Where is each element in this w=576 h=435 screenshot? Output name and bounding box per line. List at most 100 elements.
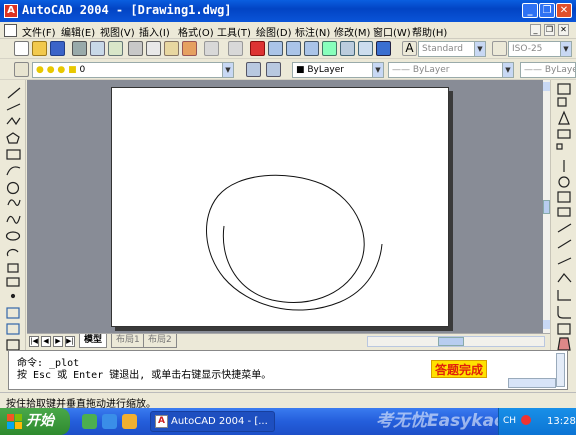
copy-object-icon[interactable] [557, 97, 567, 107]
close-button[interactable]: ✕ [556, 3, 572, 18]
make-layer-current-icon[interactable] [246, 62, 261, 77]
arc-icon[interactable] [6, 166, 21, 176]
drawing-area[interactable] [27, 80, 543, 333]
tab-model[interactable]: 模型 [79, 334, 108, 348]
first-tab-button[interactable]: |◀ [29, 336, 39, 347]
polygon-icon[interactable] [6, 132, 20, 144]
menu-view[interactable]: 视图(V) [100, 24, 135, 39]
match-properties-icon[interactable] [182, 41, 197, 56]
menu-modify[interactable]: 修改(M) [334, 24, 370, 39]
rectangle-icon[interactable] [6, 149, 21, 160]
save-icon[interactable] [50, 41, 65, 56]
extend-icon[interactable] [557, 239, 572, 249]
explode-icon[interactable] [557, 323, 571, 335]
spline-icon[interactable] [6, 215, 21, 224]
linetype-select[interactable]: —— ByLayer ▼ [388, 62, 514, 78]
erase-icon[interactable] [557, 83, 571, 95]
array-icon[interactable] [556, 143, 563, 150]
dim-style-icon[interactable] [492, 41, 507, 56]
menu-format[interactable]: 格式(O) [178, 24, 214, 39]
insert-block-icon[interactable] [7, 263, 19, 273]
drawing-vertical-scrollbar[interactable] [543, 80, 550, 333]
command-scrollbar[interactable] [556, 353, 565, 387]
region-icon[interactable] [6, 323, 20, 335]
fillet-icon[interactable] [557, 306, 571, 319]
join-icon[interactable] [557, 273, 572, 283]
print-preview-icon[interactable] [90, 41, 105, 56]
polyline-icon[interactable] [6, 116, 21, 126]
zoom-previous-icon[interactable] [304, 41, 319, 56]
multiline-text-icon[interactable] [6, 339, 20, 351]
quicklaunch-media-icon[interactable] [122, 414, 137, 429]
menu-window[interactable]: 窗口(W) [373, 24, 411, 39]
line-tool-icon[interactable] [7, 87, 21, 99]
doc-close-button[interactable]: ✕ [558, 24, 569, 36]
h-scroll-thumb[interactable] [438, 337, 464, 346]
print-icon[interactable] [72, 41, 87, 56]
last-tab-button[interactable]: ▶| [65, 336, 75, 347]
menu-draw[interactable]: 绘图(D) [256, 24, 292, 39]
menu-insert[interactable]: 插入(I) [139, 24, 170, 39]
scroll-up-arrow[interactable] [543, 82, 550, 91]
mirror-icon[interactable] [558, 110, 570, 125]
menu-dimension[interactable]: 标注(N) [295, 24, 330, 39]
menu-file[interactable]: 文件(F) [22, 24, 56, 39]
redo-icon[interactable] [228, 41, 243, 56]
tool-palettes-icon[interactable] [358, 41, 373, 56]
menu-edit[interactable]: 编辑(E) [61, 24, 95, 39]
scroll-thumb[interactable] [543, 200, 550, 214]
layer-previous-icon[interactable] [266, 62, 281, 77]
offset-icon[interactable] [557, 129, 571, 139]
text-style-icon[interactable]: A [402, 41, 417, 56]
dim-style-select[interactable]: ISO-25 ▼ [508, 41, 572, 57]
tab-layout2[interactable]: 布局2 [143, 334, 177, 348]
scroll-down-arrow[interactable] [543, 320, 550, 329]
color-select[interactable]: ■ ByLayer ▼ [292, 62, 384, 78]
construction-line-icon[interactable] [6, 103, 21, 111]
taskbar-autocad-button[interactable]: A AutoCAD 2004 - [... [150, 411, 275, 432]
drawing-horizontal-scrollbar[interactable] [367, 336, 545, 347]
properties-icon[interactable] [322, 41, 337, 56]
pan-icon[interactable] [250, 41, 265, 56]
cut-icon[interactable] [128, 41, 143, 56]
new-file-icon[interactable] [14, 41, 29, 56]
publish-icon[interactable] [108, 41, 123, 56]
tab-layout1[interactable]: 布局1 [111, 334, 145, 348]
zoom-window-icon[interactable] [286, 41, 301, 56]
tray-app-icon[interactable] [521, 415, 531, 425]
hatch-icon[interactable] [6, 307, 20, 319]
spiral-curve[interactable] [206, 174, 383, 311]
layer-manager-icon[interactable] [14, 62, 29, 77]
autocad-app-icon[interactable]: A [4, 4, 18, 18]
doc-minimize-button[interactable]: _ [530, 24, 541, 36]
drawing-canvas[interactable] [112, 88, 450, 328]
doc-restore-button[interactable]: ❐ [544, 24, 555, 36]
undo-icon[interactable] [204, 41, 219, 56]
break-icon[interactable] [557, 257, 572, 265]
command-horizontal-scrollbar[interactable] [508, 378, 556, 388]
circle-icon[interactable] [6, 181, 20, 195]
stretch-icon[interactable] [557, 207, 571, 217]
next-tab-button[interactable]: ▶ [53, 336, 63, 347]
text-style-select[interactable]: Standard ▼ [418, 41, 486, 57]
properties-edit-icon[interactable] [557, 337, 571, 351]
point-icon[interactable] [10, 293, 16, 299]
quicklaunch-desktop-icon[interactable] [82, 414, 97, 429]
layout-paper[interactable] [111, 87, 449, 327]
design-center-icon[interactable] [340, 41, 355, 56]
layer-select[interactable]: ● ● ● ■ 0 ▼ [32, 62, 234, 78]
answer-complete-badge[interactable]: 答题完成 [431, 360, 487, 378]
lineweight-select[interactable]: —— ByLayer [520, 62, 576, 78]
trim-icon[interactable] [557, 223, 572, 233]
menu-help[interactable]: 帮助(H) [412, 24, 447, 39]
menu-tools[interactable]: 工具(T) [217, 24, 251, 39]
zoom-realtime-icon[interactable] [268, 41, 283, 56]
ellipse-arc-icon[interactable] [6, 248, 19, 257]
make-block-icon[interactable] [6, 277, 20, 287]
quicklaunch-ie-icon[interactable] [102, 414, 117, 429]
revision-cloud-icon[interactable] [7, 199, 21, 206]
help-icon[interactable] [376, 41, 391, 56]
prev-tab-button[interactable]: ◀ [41, 336, 51, 347]
copy-icon[interactable] [146, 41, 161, 56]
chamfer-icon[interactable] [557, 290, 571, 301]
